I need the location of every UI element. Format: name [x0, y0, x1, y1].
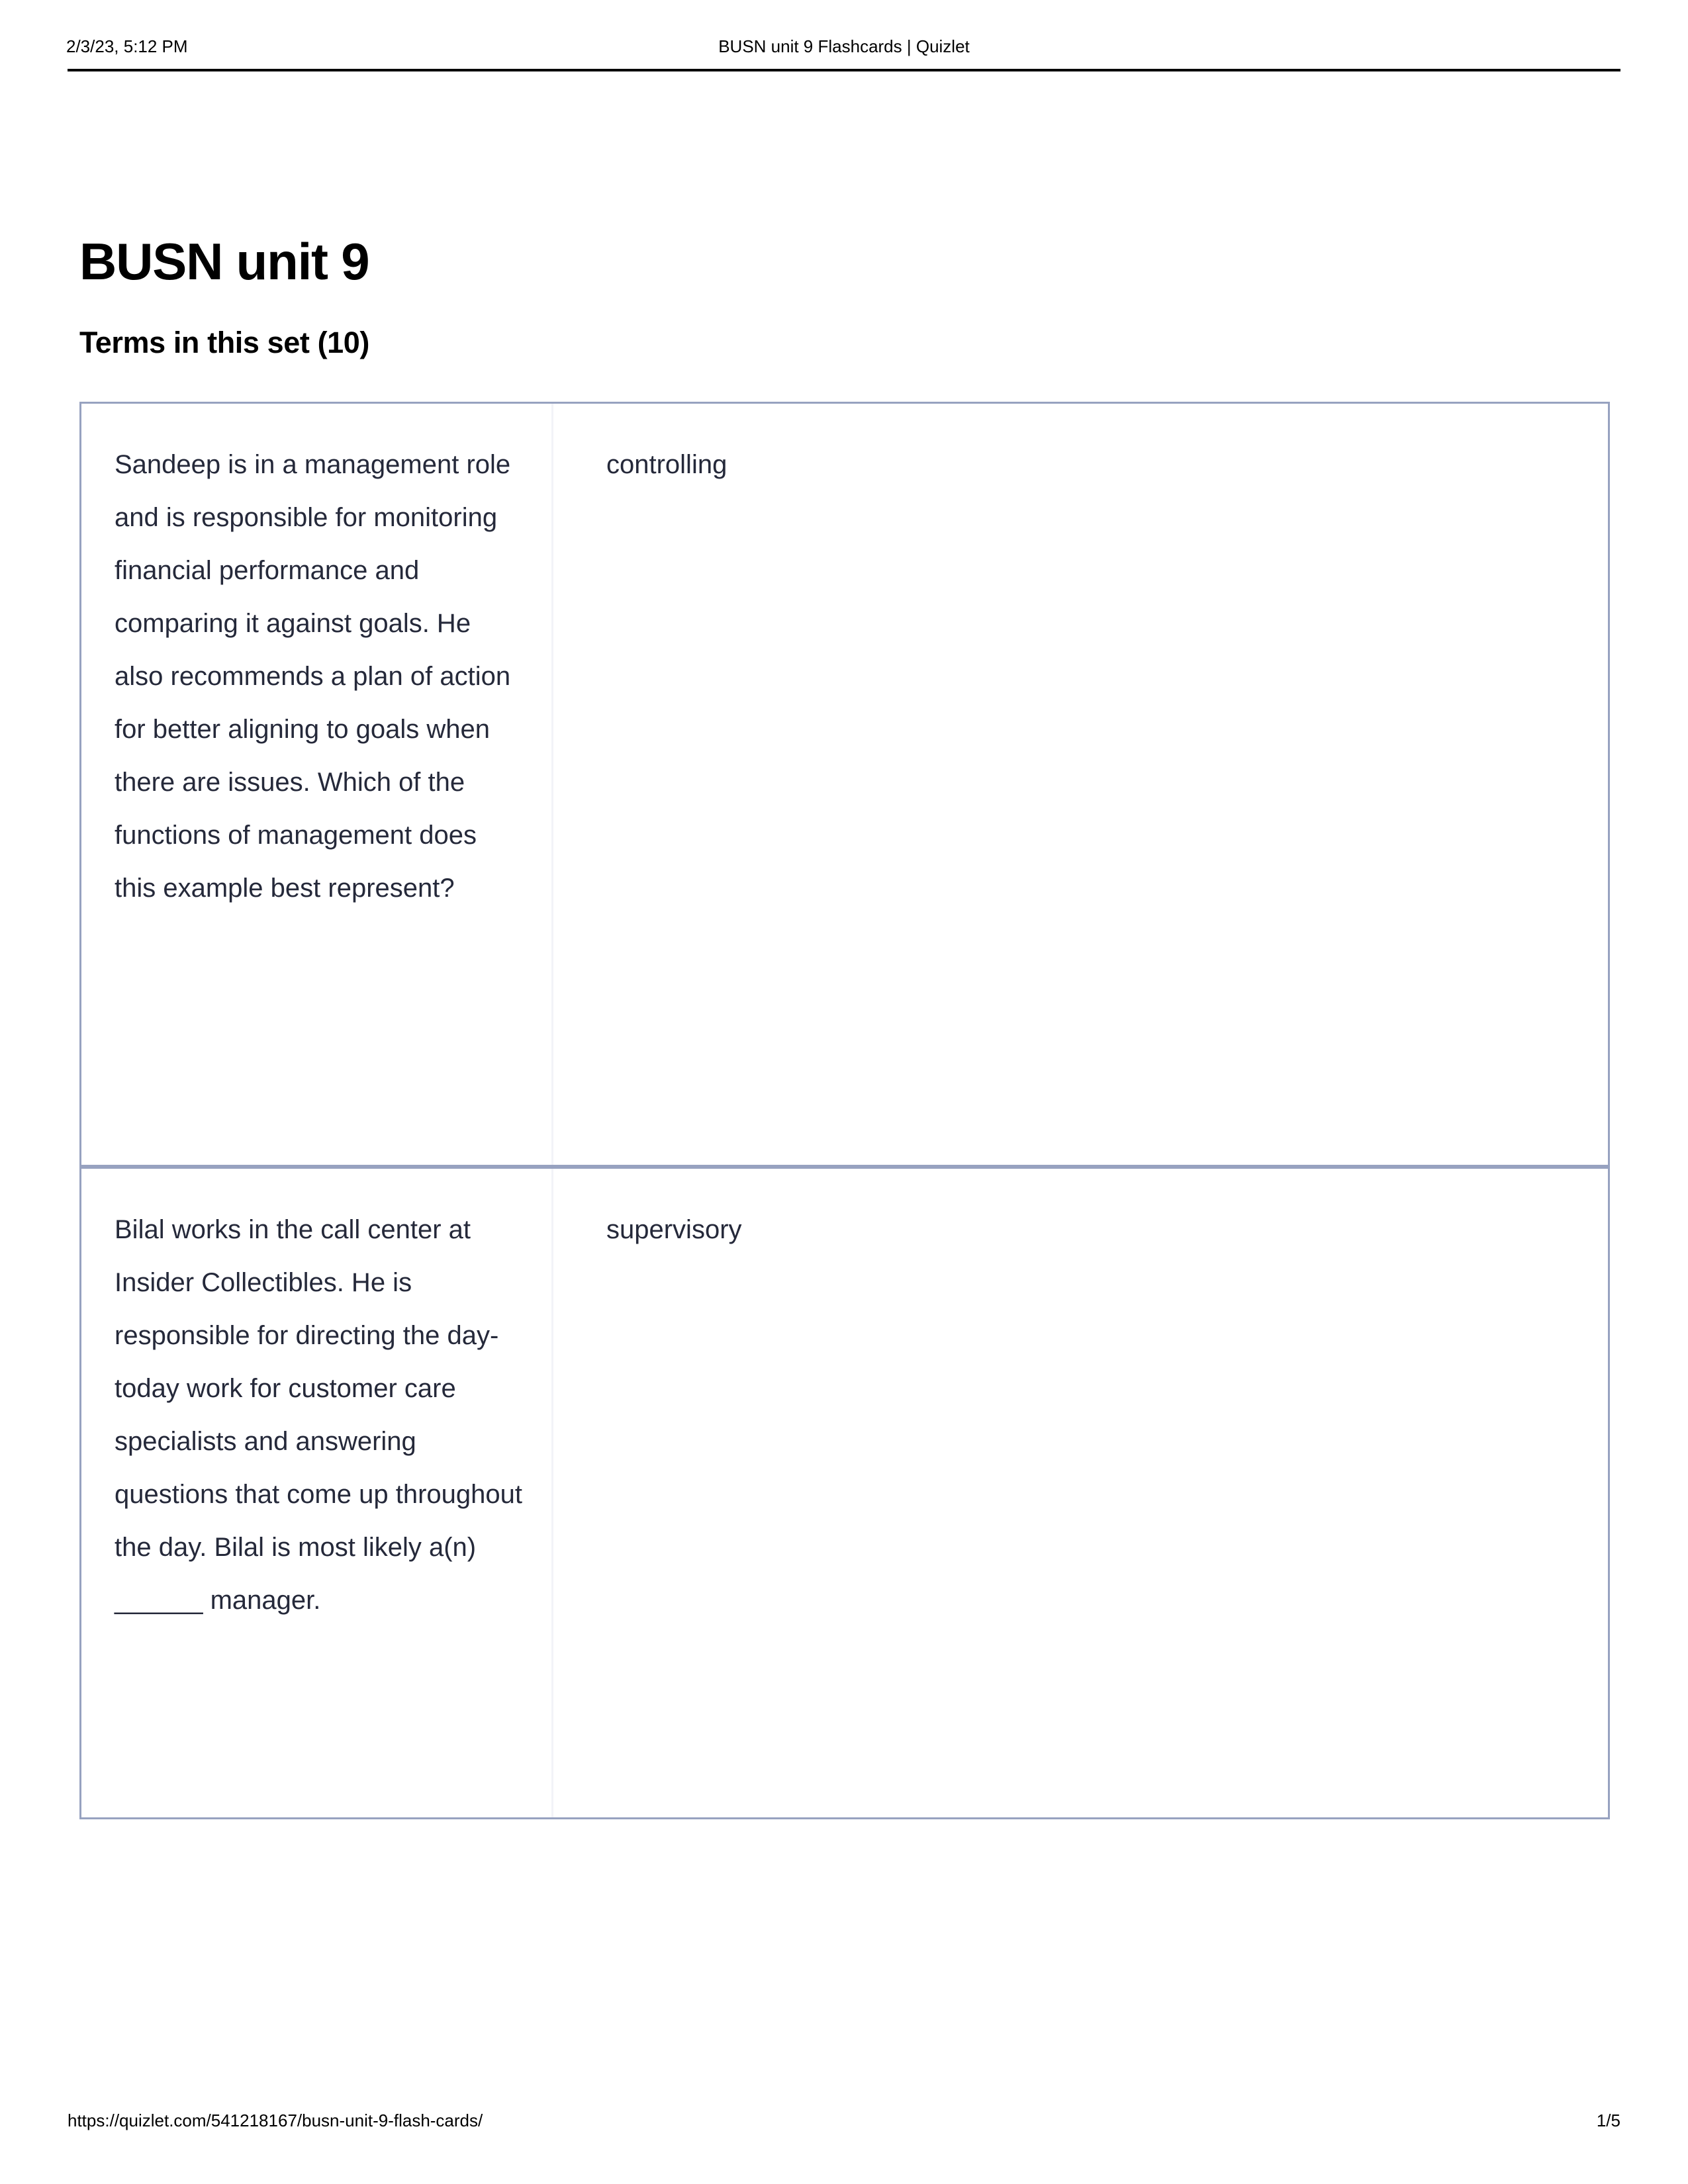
page-title: BUSN unit 9 [79, 232, 370, 291]
term-text: Bilal works in the call center at Inside… [115, 1215, 530, 1615]
document-body: BUSN unit 9 Terms in this set (10) Sande… [79, 0, 1610, 1820]
terms-list: Sandeep is in a management role and is r… [79, 402, 1610, 1820]
printed-page: 2/3/23, 5:12 PM BUSN unit 9 Flashcards |… [0, 0, 1688, 2184]
term-text: Sandeep is in a management role and is r… [115, 450, 518, 903]
table-row: Bilal works in the call center at Inside… [81, 1169, 1608, 1820]
terms-count-heading: Terms in this set (10) [79, 325, 369, 359]
definition-text: controlling [606, 450, 727, 480]
term-cell: Sandeep is in a management role and is r… [81, 404, 553, 1165]
source-url: https://quizlet.com/541218167/busn-unit-… [68, 2111, 483, 2130]
print-footer: https://quizlet.com/541218167/busn-unit-… [68, 2111, 1620, 2131]
page-number: 1/5 [1596, 2111, 1620, 2130]
definition-text: supervisory [606, 1215, 742, 1245]
definition-cell: controlling [553, 404, 1608, 1165]
term-cell: Bilal works in the call center at Inside… [81, 1169, 553, 1818]
table-row: Sandeep is in a management role and is r… [81, 404, 1608, 1169]
definition-cell: supervisory [553, 1169, 1608, 1817]
